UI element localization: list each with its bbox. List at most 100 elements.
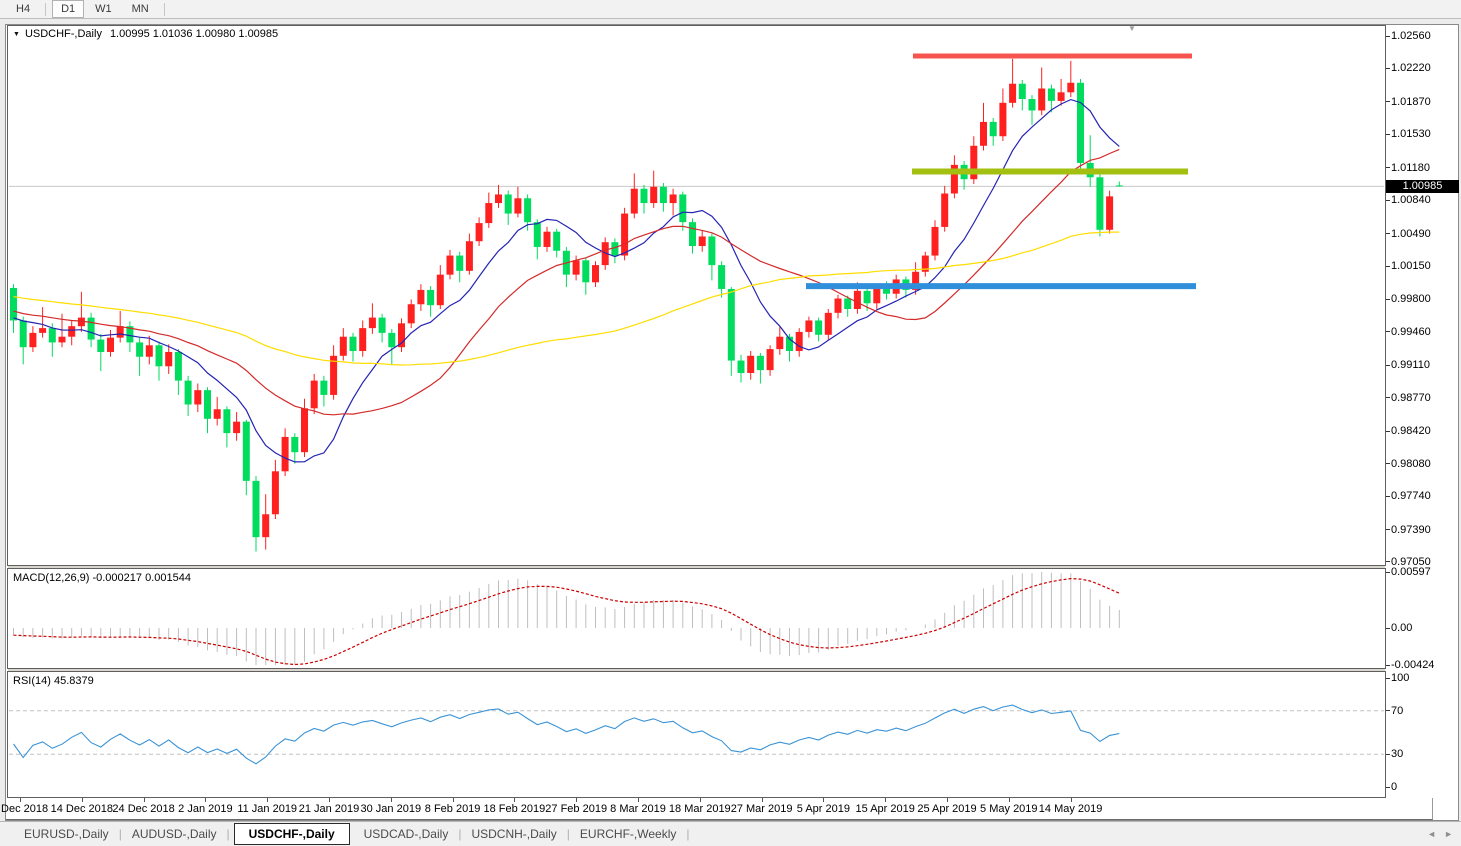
tab-usdcnh-daily[interactable]: USDCNH-,Daily	[461, 824, 566, 844]
chart-ohlc-quotes: 1.00995 1.01036 1.00980 1.00985	[109, 28, 279, 40]
date-axis-label: 27 Feb 2019	[545, 803, 608, 815]
rsi-plot[interactable]	[8, 672, 1385, 797]
price-axis-label: 1.02560	[1391, 30, 1431, 42]
axis-tick	[1386, 331, 1390, 333]
rsi-axis-label: 100	[1391, 672, 1410, 684]
date-axis-label: 18 Feb 2019	[483, 803, 546, 815]
date-axis-label: 18 Mar 2019	[668, 803, 731, 815]
tab-scroll-left-icon[interactable]: ◄	[1427, 829, 1436, 839]
tab-separator: |	[226, 827, 230, 841]
axis-tick	[1386, 571, 1390, 573]
date-axis-tick	[823, 798, 825, 802]
tab-scroll-right-icon[interactable]: ►	[1444, 829, 1453, 839]
timeframe-toolbar: H4 D1 W1 MN	[0, 0, 1461, 19]
date-axis-label: 21 Jan 2019	[298, 803, 360, 815]
date-axis-tick	[390, 798, 392, 802]
axis-tick	[1386, 199, 1390, 201]
date-axis-tick	[143, 798, 145, 802]
date-axis-tick	[452, 798, 454, 802]
macd-axis-label: 0.00	[1391, 622, 1413, 634]
date-axis-label: 8 Mar 2019	[610, 803, 666, 815]
timeframe-button-d1[interactable]: D1	[52, 0, 85, 18]
date-axis-label: 27 Mar 2019	[730, 803, 793, 815]
autoscroll-marker-icon[interactable]: ▼	[1128, 25, 1136, 33]
date-axis-label: 14 May 2019	[1038, 803, 1103, 815]
date-axis-label: 5 May 2019	[980, 803, 1038, 815]
tab-audusd-daily[interactable]: AUDUSD-,Daily	[122, 824, 227, 844]
tab-usdcad-daily[interactable]: USDCAD-,Daily	[354, 824, 459, 844]
axis-tick	[1386, 133, 1390, 135]
axis-tick	[1386, 67, 1390, 69]
price-axis-label: 0.99460	[1391, 325, 1431, 338]
axis-tick	[1386, 298, 1390, 300]
rsi-axis-label: 0	[1391, 781, 1398, 793]
date-axis-label: 8 Feb 2019	[424, 803, 481, 815]
axis-tick	[1386, 265, 1390, 267]
axis-tick	[1386, 664, 1390, 666]
toolbar-separator	[45, 2, 47, 16]
date-axis-label: 14 Dec 2018	[50, 803, 113, 815]
price-axis-label: 1.01530	[1391, 128, 1431, 141]
date-axis-tick	[638, 798, 639, 802]
price-axis-label: 0.98080	[1391, 457, 1431, 470]
tab-usdchf-daily[interactable]: USDCHF-,Daily	[233, 823, 350, 845]
axis-tick	[1386, 364, 1390, 366]
price-axis-label: 0.97390	[1391, 523, 1431, 536]
axis-tick	[1386, 101, 1390, 103]
tab-eurchf-weekly[interactable]: EURCHF-,Weekly	[570, 824, 686, 844]
price-axis-label: 0.98420	[1391, 425, 1431, 438]
timeframe-button-h4[interactable]: H4	[7, 0, 39, 18]
date-axis-label: 11 Jan 2019	[237, 803, 298, 815]
axis-tick	[1386, 397, 1390, 399]
tab-separator: |	[686, 827, 690, 841]
axis-tick	[1386, 677, 1390, 679]
timeframe-button-w1[interactable]: W1	[86, 0, 121, 18]
date-axis-label: 2 Jan 2019	[178, 803, 233, 815]
rsi-indicator-label: RSI(14) 45.8379	[13, 675, 94, 687]
axis-tick	[1386, 495, 1390, 497]
mt4-window: H4 D1 W1 MN ▼ USDCHF-,Daily 1.00995 1.01036…	[0, 0, 1461, 846]
date-axis-tick	[514, 798, 516, 802]
axis-tick	[1386, 786, 1390, 788]
date-axis-tick	[1008, 798, 1010, 802]
current-price-tag: 1.00985	[1386, 179, 1459, 193]
date-axis-tick	[267, 798, 269, 802]
toolbar-separator	[163, 2, 165, 16]
chart-title: ▼ USDCHF-,Daily 1.00995 1.01036 1.00980 …	[13, 28, 278, 40]
date-axis-label: 5 Apr 2019	[796, 803, 850, 815]
macd-axis-label: 0.00597	[1391, 566, 1431, 578]
price-axis-label: 1.00150	[1391, 260, 1431, 273]
macd-axis-label: -0.00424	[1391, 659, 1435, 671]
date-axis-tick	[20, 798, 21, 802]
axis-tick	[1386, 753, 1390, 755]
price-axis-label: 1.02220	[1391, 62, 1431, 75]
date-axis-label: 15 Apr 2019	[855, 803, 915, 815]
price-axis-label: 1.00490	[1391, 227, 1431, 240]
price-axis-label: 1.00840	[1391, 194, 1431, 207]
date-axis-tick	[947, 798, 948, 802]
date-axis-tick	[81, 798, 83, 802]
date-axis-tick	[761, 798, 763, 802]
tab-eurusd-daily[interactable]: EURUSD-,Daily	[14, 824, 119, 844]
rsi-axis-label: 70	[1391, 704, 1404, 717]
date-axis-tick	[885, 798, 887, 802]
date-axis-label: 5 Dec 2018	[0, 803, 49, 815]
axis-tick	[1386, 627, 1390, 629]
candlestick-plot[interactable]	[8, 26, 1385, 565]
date-axis-tick	[576, 798, 578, 802]
macd-plot[interactable]	[8, 569, 1385, 668]
axis-tick	[1386, 529, 1390, 531]
price-axis-label: 0.99110	[1391, 359, 1430, 372]
date-axis[interactable]: 5 Dec 201814 Dec 201824 Dec 20182 Jan 20…	[0, 798, 1433, 820]
date-axis-label: 25 Apr 2019	[917, 803, 977, 815]
date-axis-label: 24 Dec 2018	[112, 803, 175, 815]
chart-tab-bar: EURUSD-,Daily | AUDUSD-,Daily | USDCHF-,Dail…	[0, 821, 1461, 846]
chart-symbol-label: USDCHF-,Daily	[24, 28, 102, 40]
axis-tick	[1386, 710, 1390, 712]
price-axis-label: 1.01870	[1391, 95, 1431, 108]
timeframe-button-mn[interactable]: MN	[123, 0, 158, 18]
date-axis-tick	[699, 798, 701, 802]
chart-dropdown-icon[interactable]: ▼	[13, 31, 20, 38]
axis-tick	[1386, 463, 1390, 465]
macd-indicator-label: MACD(12,26,9) -0.000217 0.001544	[13, 572, 191, 584]
